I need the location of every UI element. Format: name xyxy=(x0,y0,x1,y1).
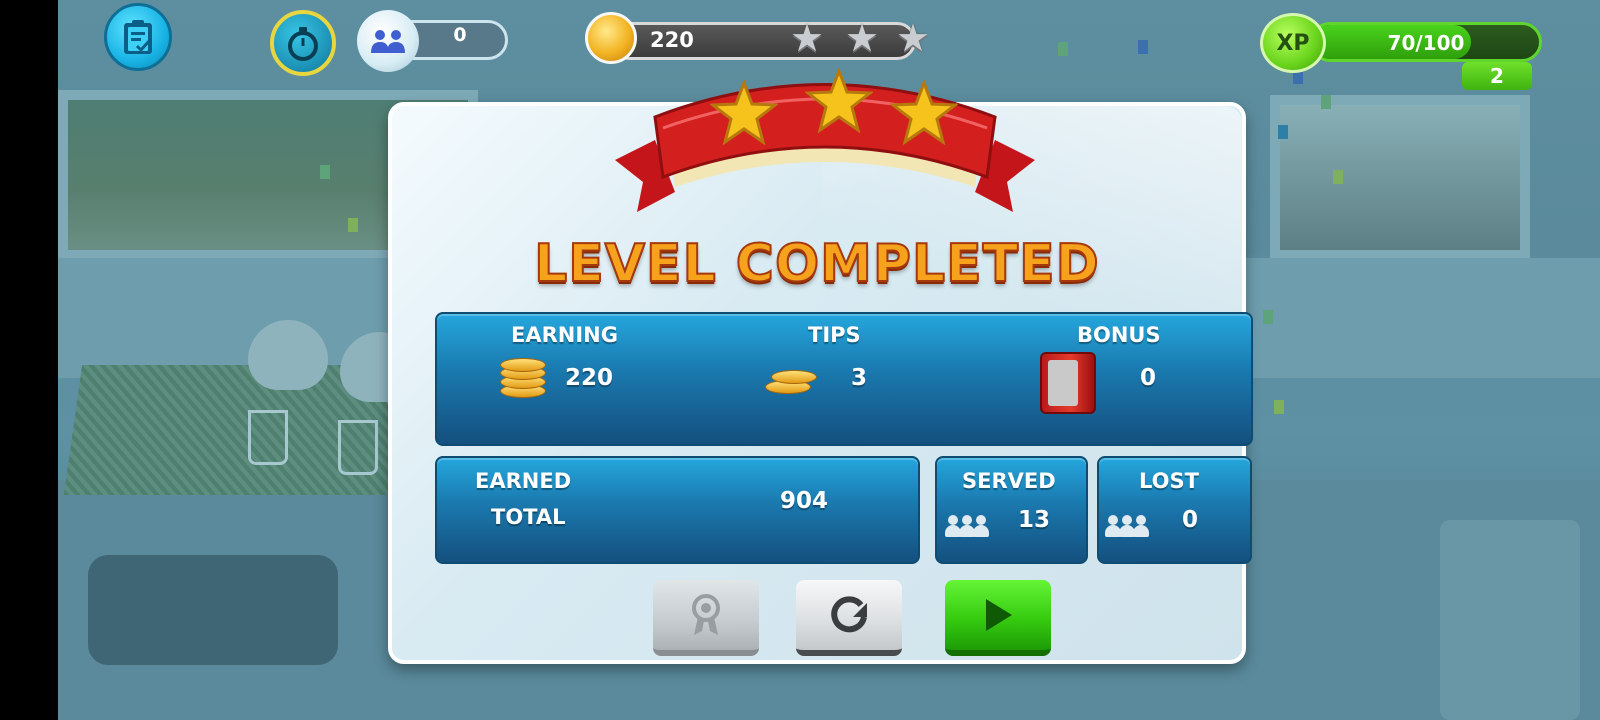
customers-badge xyxy=(357,10,419,72)
bonus-label: BONUS xyxy=(1077,323,1161,347)
earned-label: EARNED xyxy=(475,469,572,493)
gold-star-icon xyxy=(890,80,958,146)
people-icon xyxy=(945,511,989,537)
xp-progress-bar: 70/100 xyxy=(1310,22,1542,62)
confetti xyxy=(320,165,330,179)
gold-star-icon xyxy=(805,68,873,134)
bonus-value: 0 xyxy=(1140,365,1157,391)
ribbon-award-icon xyxy=(692,594,720,635)
lost-value: 0 xyxy=(1182,507,1199,533)
background-glass xyxy=(248,410,288,465)
star-icon: ★ xyxy=(896,16,931,60)
dialog-title: LEVEL COMPLETED xyxy=(533,233,1100,295)
gold-star-icon xyxy=(710,80,778,146)
background-cabinet xyxy=(1440,520,1580,720)
background-window xyxy=(1270,95,1530,260)
customers-count: 0 xyxy=(453,24,467,46)
earned-total-value: 904 xyxy=(780,488,829,514)
tips-label: TIPS xyxy=(808,323,861,347)
tips-coins-icon xyxy=(765,360,817,402)
confetti xyxy=(1263,310,1273,324)
orders-button[interactable] xyxy=(104,3,172,71)
stopwatch-icon xyxy=(288,27,318,61)
star-icon: ★ xyxy=(790,16,825,60)
replay-button[interactable] xyxy=(796,580,902,656)
lost-label: LOST xyxy=(1139,469,1199,493)
clipboard-check-icon xyxy=(124,20,152,54)
confetti xyxy=(1278,125,1288,139)
timer-button[interactable] xyxy=(270,10,336,76)
confetti xyxy=(1321,95,1331,109)
xp-badge: XP xyxy=(1260,13,1326,73)
next-level-button[interactable] xyxy=(945,580,1051,656)
background-glass xyxy=(338,420,378,475)
level-badge: 2 xyxy=(1462,62,1532,90)
coin-icon xyxy=(585,12,637,64)
confetti xyxy=(1333,170,1343,184)
total-label: TOTAL xyxy=(491,505,566,529)
coin-amount: 220 xyxy=(650,28,694,52)
background-kettle xyxy=(248,320,328,390)
coins-stack-icon xyxy=(500,358,546,400)
confetti xyxy=(1138,40,1148,54)
xp-progress-text: 70/100 xyxy=(1387,31,1465,55)
served-value: 13 xyxy=(1018,507,1051,533)
people-icon xyxy=(1105,511,1149,537)
bonus-safe-icon xyxy=(1040,352,1096,414)
play-triangle-icon xyxy=(986,599,1012,631)
earning-label: EARNING xyxy=(511,323,618,347)
replay-arrow-icon xyxy=(831,596,867,633)
confetti xyxy=(1058,42,1068,56)
people-icon xyxy=(371,30,405,53)
background-tray xyxy=(88,555,338,665)
served-label: SERVED xyxy=(962,469,1056,493)
star-icon: ★ xyxy=(845,16,880,60)
confetti xyxy=(348,218,358,232)
confetti xyxy=(1274,400,1284,414)
achievements-button[interactable] xyxy=(653,580,759,656)
earning-value: 220 xyxy=(565,365,614,391)
tips-value: 3 xyxy=(851,365,868,391)
